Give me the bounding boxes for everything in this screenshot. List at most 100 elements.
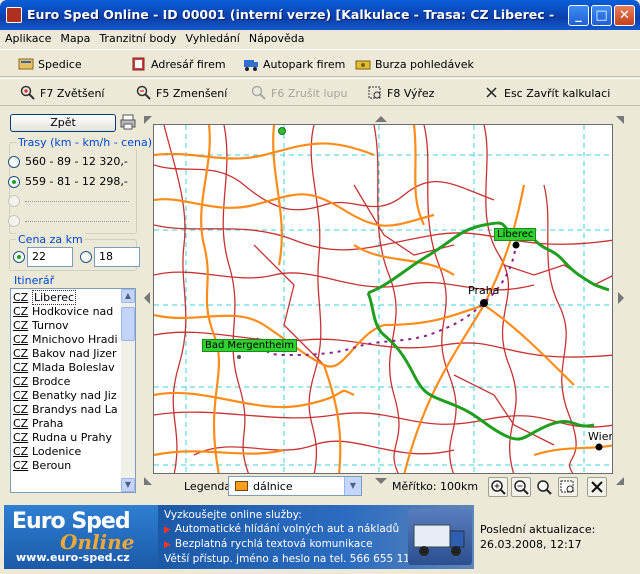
label-wien: Wien [588,430,613,443]
legend-select[interactable]: dálnice ▼ [228,476,362,496]
list-item[interactable]: CZ Brandys nad La [13,403,118,417]
price-radio-2[interactable] [80,251,92,263]
minimize-button[interactable]: _ [568,5,589,26]
legend-value: dálnice [253,480,293,493]
adresar-firem-button[interactable]: Adresář firem [131,55,226,73]
list-item[interactable]: CZ Liberec [13,290,77,305]
zoom-in-icon [20,85,35,100]
zoom-in-button[interactable]: F7 Zvětšení [20,84,104,102]
list-item[interactable]: CZ Rudna u Prahy [13,431,112,445]
autopark-firem-button[interactable]: Autopark firem [243,55,345,73]
scroll-up-button[interactable]: ▲ [121,289,135,303]
menu-mapa[interactable]: Mapa [55,30,94,45]
list-item[interactable]: CZ Hodkovice nad [13,305,113,319]
zoom-in-icon [491,480,506,495]
shipping-icon [18,58,34,70]
left-panel: Zpět Trasy (km - km/h - cena) 560 - 89 -… [4,110,154,498]
app-icon [6,7,22,23]
price-input-2[interactable]: 18 [94,247,140,267]
price-input-1[interactable]: 22 [27,247,73,267]
promo-line-1: ▶ Automatické hlídání volných aut a nákla… [164,523,400,535]
title-bar[interactable]: Euro Sped Online - ID 00001 (interní ver… [0,0,640,30]
city-dot-praha [480,299,488,307]
pan-down-right-arrow-icon[interactable] [616,477,624,485]
zoom-out-icon [514,480,529,495]
bullet-icon: ▶ [164,525,171,535]
price-title: Cena za km [16,233,85,246]
list-item[interactable]: CZ Benatky nad Jiz [13,389,117,403]
route-radio-1[interactable] [8,156,20,168]
menu-vyhledani[interactable]: Vyhledání [181,30,244,45]
pan-down-arrow-icon[interactable] [375,477,387,485]
city-dot-liberec [512,241,520,249]
pan-left-arrow-icon[interactable] [143,292,151,304]
list-item[interactable]: CZ Praha [13,417,63,431]
menu-aplikace[interactable]: Aplikace [0,30,55,45]
map-zoom-out-button[interactable] [511,477,531,497]
route-option-2[interactable]: 559 - 81 - 12 298,- [25,175,128,188]
map-view[interactable]: Liberec Praha Bad Mergentheim Wien [153,124,613,474]
map-close-button[interactable] [587,477,607,497]
scale-value: 100km [440,480,479,493]
pan-up-left-arrow-icon[interactable] [144,116,152,124]
truck-icon [413,524,465,556]
close-calculation-button[interactable]: Esc Zavřít kalkulaci [484,84,610,102]
cancel-lens-button[interactable]: F6 Zrušit lupu [251,84,347,102]
close-button[interactable]: ✕ [614,5,635,26]
lens-icon [251,85,266,100]
list-item[interactable]: CZ Turnov [13,319,69,333]
list-item[interactable]: CZ Lodenice [13,445,81,459]
cutout-icon [368,86,381,99]
itinerary-list[interactable]: CZ Liberec CZ Hodkovice nad CZ Turnov CZ Mni… [10,288,136,493]
zoom-out-button[interactable]: F5 Zmenšení [136,84,227,102]
routes-title: Trasy (km - km/h - cena) [16,136,154,149]
menu-napoveda[interactable]: Nápověda [244,30,309,45]
label-liberec: Liberec [494,228,537,241]
scroll-down-button[interactable]: ▼ [121,478,135,492]
list-item[interactable]: CZ Mlada Boleslav [13,361,115,375]
back-button[interactable]: Zpět [10,114,116,132]
map-toolbar: F7 Zvětšení F5 Zmenšení F6 Zrušit lupu F… [0,78,640,106]
map-cutout-button[interactable] [558,477,578,497]
pan-down-left-arrow-icon[interactable] [144,477,152,485]
price-group: Cena za km 22 18 [9,233,140,271]
logo[interactable]: Euro Sped Online www.euro-sped.cz [4,505,158,569]
map-lens-button[interactable] [534,477,554,497]
list-item[interactable]: CZ Brodce [13,375,70,389]
chevron-down-icon[interactable]: ▼ [344,477,361,495]
scale-label: Měřítko: [392,480,437,493]
cutout-icon [560,480,574,493]
price-radio-1[interactable] [13,251,25,263]
route-option-1[interactable]: 560 - 89 - 12 320,- [25,155,128,168]
pan-up-right-arrow-icon[interactable] [616,116,624,124]
list-item[interactable]: CZ Bakov nad Jizer [13,347,117,361]
pan-right-arrow-icon[interactable] [617,292,625,304]
printer-icon[interactable] [120,114,136,130]
country-border [366,221,610,441]
route-radio-2[interactable] [8,176,20,188]
cutout-button[interactable]: F8 Výřez [367,84,434,102]
window-title: Euro Sped Online - ID 00001 (interní ver… [27,7,557,22]
maximize-button[interactable]: □ [591,5,612,26]
promo-heading: Vyzkoušejte online služby: [164,509,302,521]
burza-pohledavek-button[interactable]: Burza pohledávek [355,55,474,73]
promo-line-3: Větší přístup. jméno a heslo na tel. 566… [164,553,417,565]
pan-up-arrow-icon[interactable] [375,115,387,123]
spedice-button[interactable]: Spedice [18,55,82,73]
money-icon [355,60,371,70]
list-item[interactable]: CZ Mnichovo Hradi [13,333,118,347]
route-radio-4 [8,215,20,227]
promo-panel[interactable]: Vyzkoušejte online služby: ▶ Automatické … [158,505,474,569]
itinerary-scrollbar[interactable]: ▲ ▼ [121,289,135,492]
close-icon [591,481,603,493]
map-zoom-in-button[interactable] [488,477,508,497]
list-item[interactable]: CZ Beroun [13,459,71,473]
address-book-icon [132,57,145,71]
map-canvas[interactable] [154,125,613,474]
menu-tranzitni-body[interactable]: Tranzitní body [94,30,180,45]
website-link[interactable]: www.euro-sped.cz [16,551,130,564]
truck-image [408,509,472,565]
scroll-thumb[interactable] [121,307,135,341]
lens-icon [537,480,552,495]
bottom-banner: Euro Sped Online www.euro-sped.cz Vyzkou… [4,505,636,570]
